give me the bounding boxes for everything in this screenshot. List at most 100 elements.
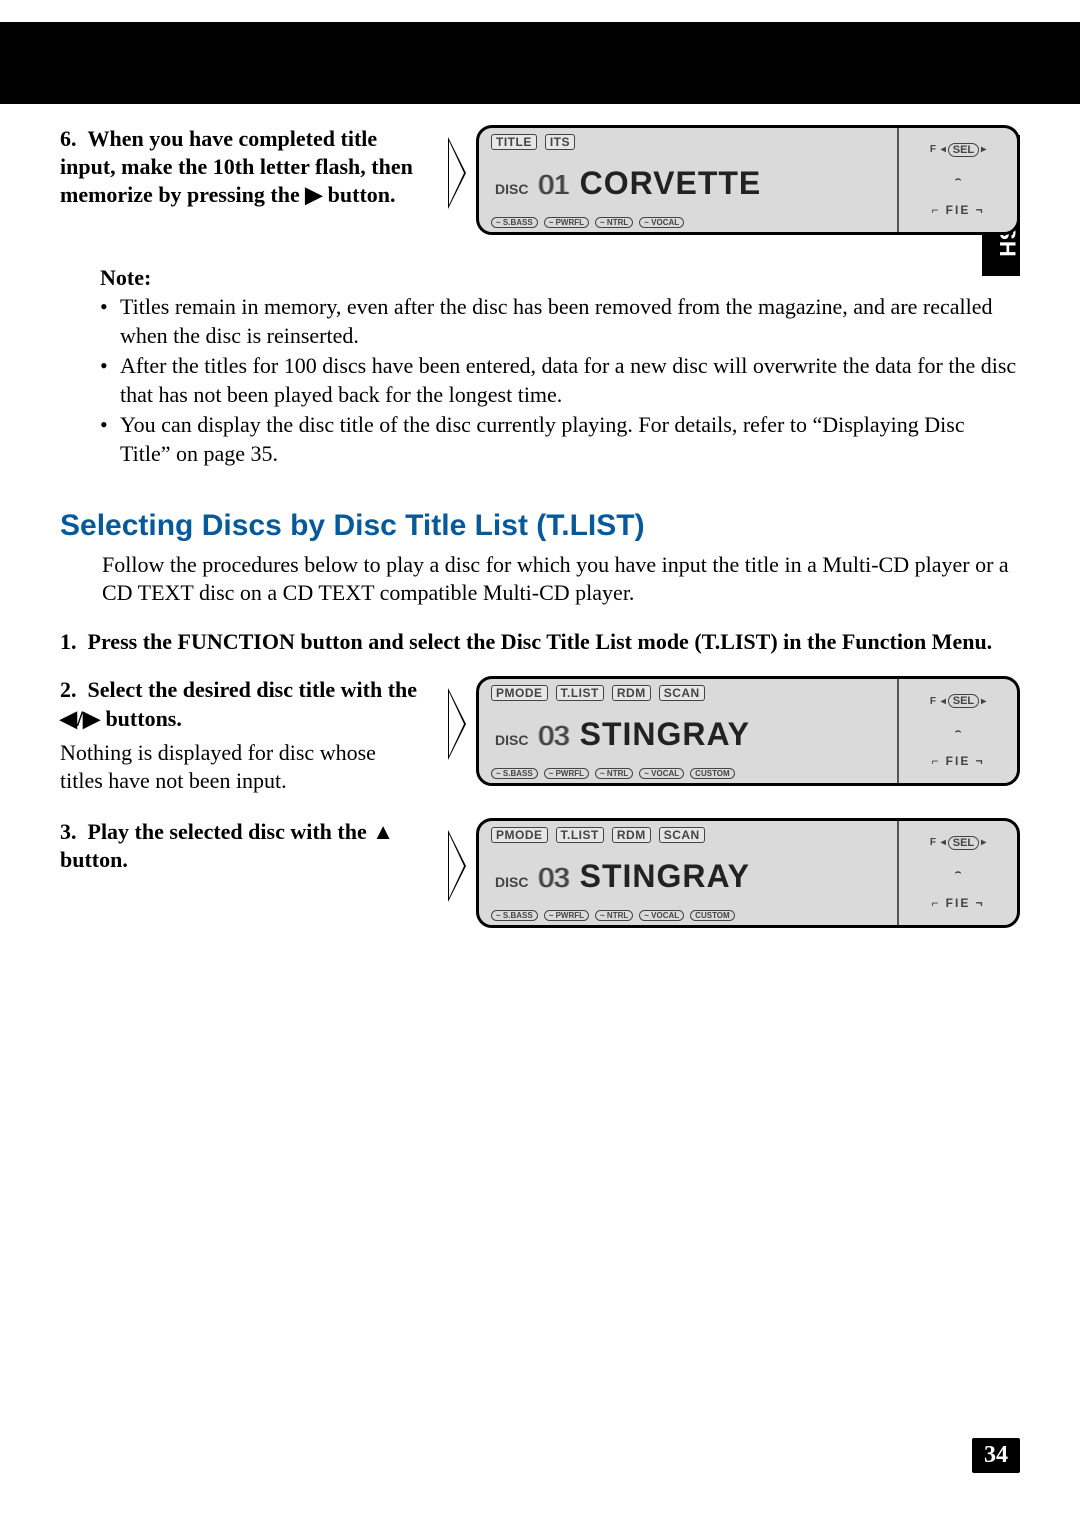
curve-icon: ⌢ — [955, 867, 962, 878]
lcd-display-2: PMODE T.LIST RDM SCAN DISC 03 STINGRAY ~ … — [476, 676, 1020, 786]
step-1-body: Press the FUNCTION button and select the… — [88, 629, 993, 654]
lcd-pill: ~ NTRL — [595, 217, 633, 228]
step-3-body: Play the selected disc with the ▲ button… — [60, 819, 394, 872]
lcd-tag: RDM — [612, 827, 651, 843]
lcd-tag: T.LIST — [556, 685, 604, 701]
lcd-pill: ~ VOCAL — [639, 217, 684, 228]
sel-box: F ◂SEL▸ — [930, 143, 986, 157]
lcd-pill: ~ NTRL — [595, 910, 633, 921]
curve-icon: ⌢ — [955, 174, 962, 185]
bullet-icon: • — [100, 352, 120, 409]
lcd-display-3: PMODE T.LIST RDM SCAN DISC03 STINGRAY ~ … — [476, 818, 1020, 928]
step-3-number: 3. — [60, 819, 77, 844]
lcd-disc-label: DISC — [495, 732, 528, 748]
lcd-pill: ~ PWRFL — [544, 910, 589, 921]
lcd-tag: TITLE — [491, 134, 537, 150]
section-intro: Follow the procedures below to play a di… — [102, 551, 1020, 608]
note-text: You can display the disc title of the di… — [120, 411, 1020, 468]
lcd-tag: SCAN — [659, 685, 705, 701]
lcd-main: DISC 03 STINGRAY — [491, 716, 889, 753]
step-1: 1. Press the FUNCTION button and select … — [60, 628, 1020, 657]
lcd-tag: T.LIST — [556, 827, 604, 843]
sel-label: SEL — [948, 694, 979, 708]
lcd-right: F ◂SEL▸ ⌢ ⌐ FIE ¬ — [897, 128, 1017, 232]
lcd-main: DISC 01 CORVETTE — [491, 165, 889, 202]
lcd-tag: PMODE — [491, 685, 548, 701]
lcd-tag: SCAN — [659, 827, 705, 843]
step-2: 2. Select the desired disc title with th… — [60, 676, 1020, 796]
lcd-pill: ~ S.BASS — [491, 910, 538, 921]
step-2-sub: Nothing is displayed for disc whose titl… — [60, 739, 420, 796]
bullet-icon: • — [100, 411, 120, 468]
page-content: 6. When you have completed title input, … — [60, 0, 1020, 928]
lcd-tag: RDM — [612, 685, 651, 701]
lcd-tag: ITS — [545, 134, 575, 150]
lcd-pill: ~ VOCAL — [639, 910, 684, 921]
fie-label: ⌐ FIE ¬ — [931, 754, 984, 768]
lcd-main: DISC03 STINGRAY — [491, 858, 889, 895]
step-6-display-col: TITLE ITS DISC 01 CORVETTE ~ S.BASS ~ PWR… — [448, 125, 1020, 235]
lcd-pill: ~ S.BASS — [491, 217, 538, 228]
f-label: F — [930, 696, 936, 707]
lcd-disc-num: 03 — [538, 862, 569, 894]
lcd-pill: CUSTOM — [690, 768, 735, 779]
lcd-pill: ~ S.BASS — [491, 768, 538, 779]
note-title: Note: — [100, 265, 1020, 291]
sel-box: F ◂SEL▸ — [930, 836, 986, 850]
note-text: Titles remain in memory, even after the … — [120, 293, 1020, 350]
pointer-icon — [448, 688, 466, 760]
sel-box: F ◂SEL▸ — [930, 694, 986, 708]
lcd-top-tags: PMODE T.LIST RDM SCAN — [491, 685, 889, 701]
step-2-body: Select the desired disc title with the ◀… — [60, 677, 417, 730]
step-3-text: 3. Play the selected disc with the ▲ but… — [60, 818, 420, 928]
lcd-pill: CUSTOM — [690, 910, 735, 921]
lcd-right: F ◂SEL▸ ⌢ ⌐ FIE ¬ — [897, 821, 1017, 925]
note-item: •Titles remain in memory, even after the… — [100, 293, 1020, 350]
step-1-number: 1. — [60, 629, 77, 654]
lcd-disc-label: DISC — [495, 181, 528, 197]
lcd-bottom-pills: ~ S.BASS ~ PWRFL ~ NTRL ~ VOCAL — [491, 217, 889, 228]
lcd-pill: ~ NTRL — [595, 768, 633, 779]
lcd-pill: ~ VOCAL — [639, 768, 684, 779]
f-label: F — [930, 837, 936, 848]
note-item: •After the titles for 100 discs have bee… — [100, 352, 1020, 409]
lcd-disc-label: DISC — [495, 874, 528, 890]
lcd-left: PMODE T.LIST RDM SCAN DISC 03 STINGRAY ~ … — [479, 679, 897, 783]
lcd-title: CORVETTE — [580, 165, 762, 202]
bullet-icon: • — [100, 293, 120, 350]
step-2-display-col: PMODE T.LIST RDM SCAN DISC 03 STINGRAY ~ … — [448, 676, 1020, 796]
sel-label: SEL — [948, 836, 979, 850]
lcd-right: F ◂SEL▸ ⌢ ⌐ FIE ¬ — [897, 679, 1017, 783]
lcd-tag: PMODE — [491, 827, 548, 843]
curve-icon: ⌢ — [955, 726, 962, 737]
note-block: Note: •Titles remain in memory, even aft… — [100, 265, 1020, 469]
step-6-body: When you have completed title input, mak… — [60, 126, 413, 207]
lcd-left: PMODE T.LIST RDM SCAN DISC03 STINGRAY ~ … — [479, 821, 897, 925]
lcd-title: STINGRAY — [580, 716, 750, 753]
header-bar — [0, 22, 1080, 104]
step-2-number: 2. — [60, 677, 77, 702]
pointer-icon — [448, 830, 466, 902]
step-3: 3. Play the selected disc with the ▲ but… — [60, 818, 1020, 928]
sel-label: SEL — [948, 143, 979, 157]
fie-label: ⌐ FIE ¬ — [931, 896, 984, 910]
page-number: 34 — [972, 1438, 1020, 1473]
lcd-top-tags: PMODE T.LIST RDM SCAN — [491, 827, 889, 843]
step-6: 6. When you have completed title input, … — [60, 125, 1020, 235]
fie-label: ⌐ FIE ¬ — [931, 203, 984, 217]
lcd-bottom-pills: ~ S.BASS ~ PWRFL ~ NTRL ~ VOCAL CUSTOM — [491, 768, 889, 779]
step-6-number: 6. — [60, 126, 77, 151]
manual-page: ENGLISH 6. When you have completed title… — [0, 0, 1080, 1533]
lcd-pill: ~ PWRFL — [544, 768, 589, 779]
note-text: After the titles for 100 discs have been… — [120, 352, 1020, 409]
pointer-icon — [448, 137, 466, 209]
f-label: F — [930, 144, 936, 155]
step-2-text: 2. Select the desired disc title with th… — [60, 676, 420, 796]
step-3-display-col: PMODE T.LIST RDM SCAN DISC03 STINGRAY ~ … — [448, 818, 1020, 928]
lcd-pill: ~ PWRFL — [544, 217, 589, 228]
step-6-text: 6. When you have completed title input, … — [60, 125, 420, 235]
lcd-top-tags: TITLE ITS — [491, 134, 889, 150]
lcd-disc-num: 03 — [538, 720, 569, 752]
lcd-display-1: TITLE ITS DISC 01 CORVETTE ~ S.BASS ~ PWR… — [476, 125, 1020, 235]
lcd-disc-num: 01 — [538, 169, 569, 201]
